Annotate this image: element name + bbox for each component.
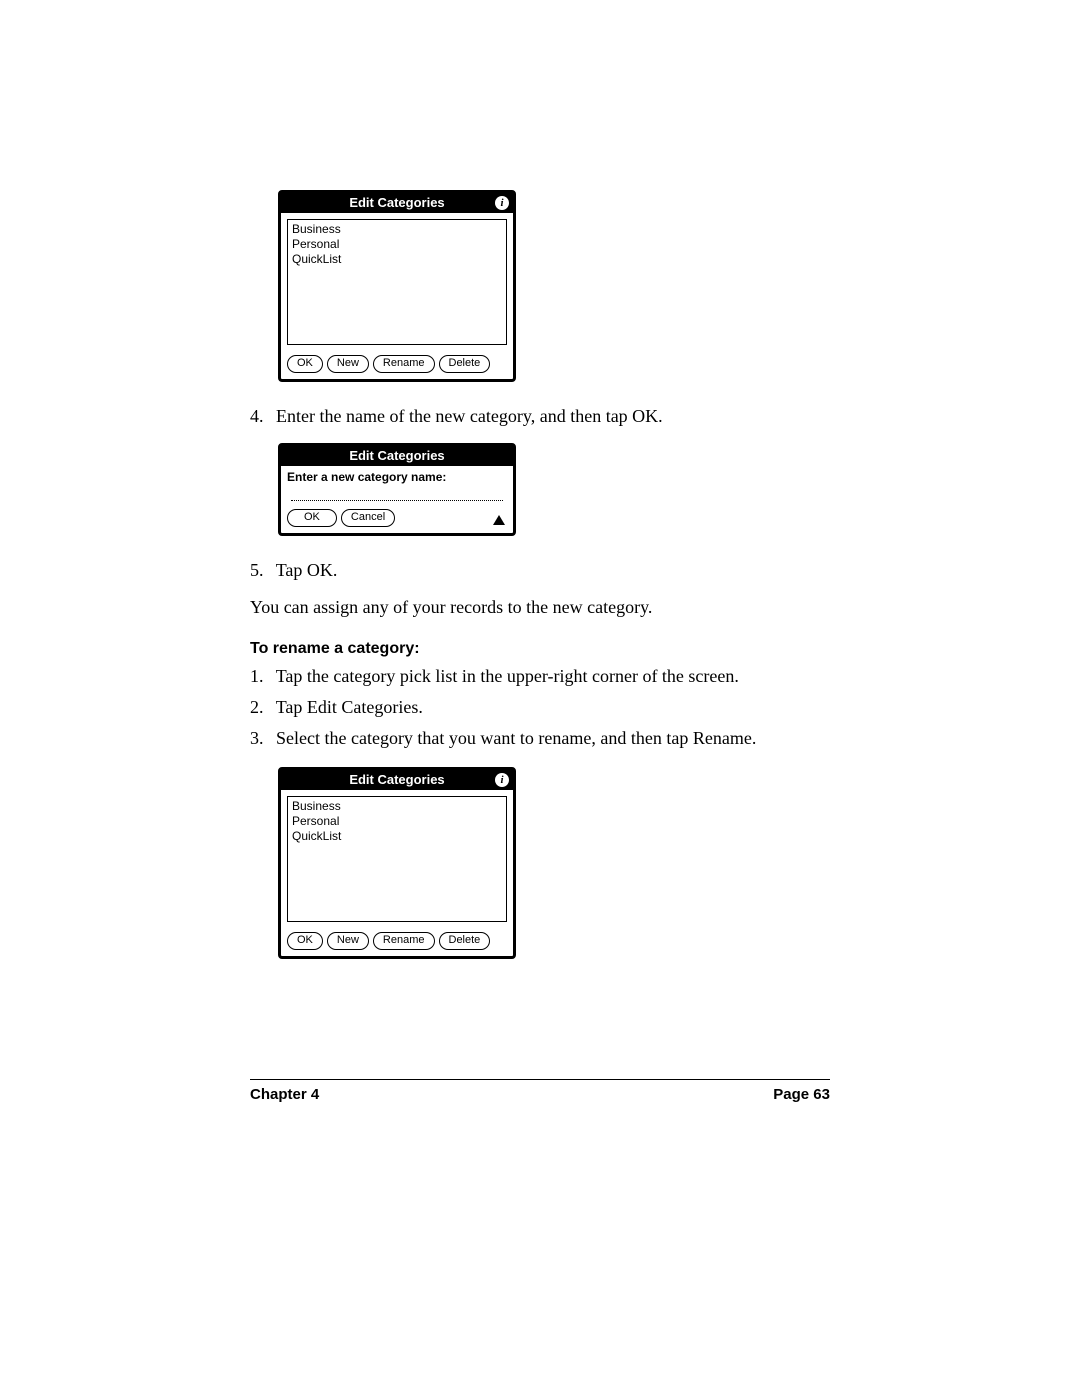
category-list[interactable]: Business Personal QuickList [287, 219, 507, 345]
delete-button[interactable]: Delete [439, 932, 491, 950]
step-text: Select the category that you want to ren… [276, 728, 756, 748]
instruction-step: 4. Enter the name of the new category, a… [250, 406, 830, 427]
list-item[interactable]: Personal [292, 814, 502, 829]
ok-button[interactable]: OK [287, 355, 323, 373]
step-number: 4. [250, 406, 264, 426]
category-name-input[interactable] [291, 490, 503, 501]
list-item[interactable]: Personal [292, 237, 502, 252]
step-number: 5. [250, 560, 264, 580]
step-text: Enter the name of the new category, and … [276, 406, 663, 426]
new-category-dialog: Edit Categories Enter a new category nam… [278, 443, 516, 536]
category-list[interactable]: Business Personal QuickList [287, 796, 507, 922]
step-number: 2. [250, 697, 264, 717]
new-button[interactable]: New [327, 355, 369, 373]
instruction-step: 3. Select the category that you want to … [250, 728, 830, 749]
footer-chapter: Chapter 4 [250, 1086, 319, 1103]
section-subhead: To rename a category: [250, 640, 830, 658]
step-number: 1. [250, 666, 264, 686]
document-page: Edit Categories i Business Personal Quic… [0, 0, 1080, 1203]
list-item[interactable]: QuickList [292, 829, 502, 844]
dialog-button-row: OK New Rename Delete [281, 351, 513, 379]
dialog-body: Business Personal QuickList [281, 790, 513, 928]
rename-button[interactable]: Rename [373, 932, 435, 950]
ok-button[interactable]: OK [287, 509, 337, 527]
graffiti-shift-icon [493, 515, 505, 525]
edit-categories-dialog: Edit Categories i Business Personal Quic… [278, 190, 516, 382]
dialog-title-bar: Edit Categories i [281, 770, 513, 790]
step-number: 3. [250, 728, 264, 748]
step-text: Tap Edit Categories. [276, 697, 423, 717]
dialog-title: Edit Categories [349, 772, 444, 787]
dialog-button-row: OK New Rename Delete [281, 928, 513, 956]
body-paragraph: You can assign any of your records to th… [250, 597, 830, 618]
dialog-title: Edit Categories [349, 448, 444, 463]
list-item[interactable]: QuickList [292, 252, 502, 267]
footer-rule [250, 1079, 830, 1080]
dialog-title: Edit Categories [349, 195, 444, 210]
dialog-button-row: OK Cancel [281, 505, 513, 533]
dialog-title-bar: Edit Categories [281, 446, 513, 466]
info-icon[interactable]: i [495, 196, 509, 210]
step-text: Tap the category pick list in the upper-… [276, 666, 739, 686]
dialog-title-bar: Edit Categories i [281, 193, 513, 213]
page-footer: Chapter 4 Page 63 [250, 1086, 830, 1103]
instruction-step: 1. Tap the category pick list in the upp… [250, 666, 830, 687]
cancel-button[interactable]: Cancel [341, 509, 395, 527]
step-text: Tap OK. [276, 560, 338, 580]
footer-page: Page 63 [773, 1086, 830, 1103]
edit-categories-dialog: Edit Categories i Business Personal Quic… [278, 767, 516, 959]
instruction-step: 5. Tap OK. [250, 560, 830, 581]
delete-button[interactable]: Delete [439, 355, 491, 373]
list-item[interactable]: Business [292, 222, 502, 237]
dialog-body: Business Personal QuickList [281, 213, 513, 351]
ok-button[interactable]: OK [287, 932, 323, 950]
info-icon[interactable]: i [495, 773, 509, 787]
instruction-step: 2. Tap Edit Categories. [250, 697, 830, 718]
new-button[interactable]: New [327, 932, 369, 950]
rename-button[interactable]: Rename [373, 355, 435, 373]
prompt-label: Enter a new category name: [281, 466, 513, 484]
list-item[interactable]: Business [292, 799, 502, 814]
